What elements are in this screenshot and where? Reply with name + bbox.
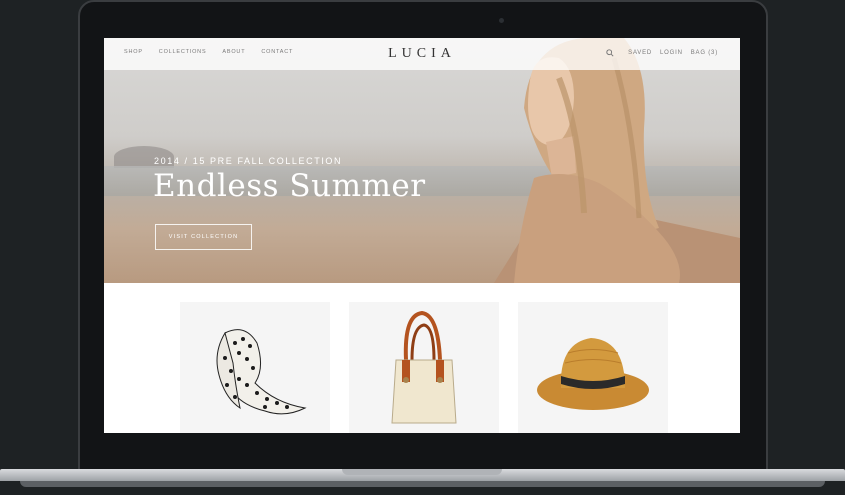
handbag-icon <box>391 310 457 424</box>
camera-icon <box>499 18 504 23</box>
nav-bag[interactable]: BAG (3) <box>691 50 718 56</box>
scarf-icon <box>216 328 307 414</box>
product-card-handbag[interactable] <box>349 302 499 433</box>
top-navbar: SHOP COLLECTIONS ABOUT CONTACT LUCIA SAV… <box>104 38 740 70</box>
product-card-scarf[interactable] <box>180 302 330 433</box>
search-icon[interactable] <box>606 49 614 57</box>
laptop-foot <box>20 481 825 487</box>
hero-title: Endless Summer <box>153 168 426 204</box>
visit-collection-button[interactable]: VISIT COLLECTION <box>155 224 252 250</box>
website-screen: 2014 / 15 PRE FALL COLLECTION Endless Su… <box>104 38 740 433</box>
laptop-notch <box>342 469 502 475</box>
nav-login[interactable]: LOGIN <box>660 50 683 56</box>
product-grid <box>180 302 670 433</box>
hat-icon <box>537 337 649 410</box>
hero-subtitle: 2014 / 15 PRE FALL COLLECTION <box>154 156 343 166</box>
account-nav: SAVED LOGIN BAG (3) <box>606 49 718 57</box>
product-card-hat[interactable] <box>518 302 668 433</box>
model-photo <box>494 38 740 283</box>
hero-banner: 2014 / 15 PRE FALL COLLECTION Endless Su… <box>104 38 740 283</box>
nav-saved[interactable]: SAVED <box>628 50 652 56</box>
